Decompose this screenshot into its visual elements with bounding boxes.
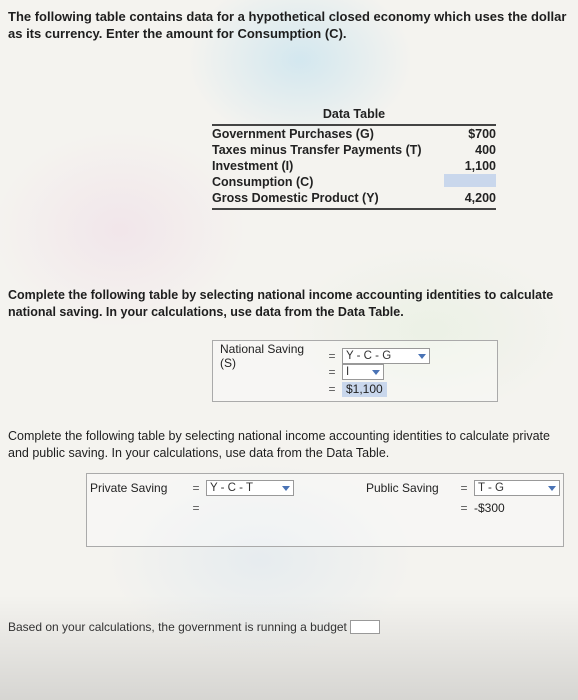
public-saving-row: Public Saving = T - G bbox=[366, 480, 560, 496]
table-divider bbox=[212, 208, 496, 210]
selected-formula: Y - C - T bbox=[210, 482, 254, 494]
public-saving-label: Public Saving bbox=[366, 481, 439, 495]
intro-bold-closed: closed bbox=[328, 9, 370, 24]
consumption-input[interactable] bbox=[444, 174, 496, 187]
budget-question: Based on your calculations, the governme… bbox=[8, 620, 380, 634]
row-label-gdp: Gross Domestic Product (Y) bbox=[212, 191, 379, 205]
chevron-down-icon bbox=[372, 369, 380, 375]
equals-sign: = bbox=[192, 481, 200, 495]
equals-sign: = bbox=[192, 501, 200, 515]
equals-sign: = bbox=[460, 481, 468, 495]
data-table-row: Taxes minus Transfer Payments (T) 400 bbox=[212, 142, 496, 158]
national-saving-result: $1,100 bbox=[342, 381, 387, 397]
selected-formula: Y - C - G bbox=[346, 350, 392, 362]
investment-select[interactable]: I bbox=[342, 364, 384, 380]
row-label-investment: Investment (I) bbox=[212, 159, 294, 173]
row-label-government-purchases: Government Purchases (G) bbox=[212, 127, 374, 141]
public-saving-formula-select[interactable]: T - G bbox=[474, 480, 560, 496]
data-table-title: Data Table bbox=[212, 105, 496, 126]
national-saving-label: National Saving (S) bbox=[220, 342, 305, 370]
row-value-investment: 1,100 bbox=[464, 159, 496, 173]
chevron-down-icon bbox=[282, 485, 290, 491]
row-value-gdp: 4,200 bbox=[464, 191, 496, 205]
intro-text-1: The following table contains data for a … bbox=[8, 9, 329, 24]
private-saving-label: Private Saving bbox=[90, 481, 168, 495]
row-value-government-purchases: $700 bbox=[468, 127, 496, 141]
data-table-row: Consumption (C) bbox=[212, 174, 496, 190]
equals-sign: = bbox=[460, 501, 468, 515]
budget-question-text: Based on your calculations, the governme… bbox=[8, 620, 347, 634]
selected-formula: T - G bbox=[478, 482, 504, 494]
private-saving-row: Private Saving = Y - C - T bbox=[90, 480, 294, 496]
private-saving-formula-select[interactable]: Y - C - T bbox=[206, 480, 294, 496]
equals-sign: = bbox=[328, 382, 336, 396]
row-label-consumption: Consumption (C) bbox=[212, 175, 314, 189]
national-saving-formula-select[interactable]: Y - C - G bbox=[342, 348, 430, 364]
row-value-taxes: 400 bbox=[475, 143, 496, 157]
national-saving-row: National Saving (S) = Y - C - G bbox=[220, 342, 430, 370]
public-saving-result-row: = -$300 bbox=[454, 500, 505, 516]
private-saving-result-row: = bbox=[186, 500, 206, 516]
budget-answer-input[interactable] bbox=[349, 620, 380, 634]
chevron-down-icon bbox=[418, 353, 426, 359]
national-saving-instructions: Complete the following table by selectin… bbox=[8, 288, 554, 319]
row-label-taxes: Taxes minus Transfer Payments (T) bbox=[212, 143, 422, 157]
equals-sign: = bbox=[328, 365, 336, 379]
data-table-row: Gross Domestic Product (Y) 4,200 bbox=[212, 190, 496, 206]
national-saving-row-2: = I bbox=[322, 364, 384, 380]
chevron-down-icon bbox=[548, 485, 556, 491]
data-table-row: Government Purchases (G) $700 bbox=[212, 126, 496, 142]
data-table: Data Table Government Purchases (G) $700… bbox=[212, 105, 496, 210]
selected-formula: I bbox=[346, 366, 350, 378]
national-saving-result-row: = $1,100 bbox=[322, 381, 387, 397]
data-table-row: Investment (I) 1,100 bbox=[212, 158, 496, 174]
private-public-instructions: Complete the following table by selectin… bbox=[8, 429, 550, 460]
equals-sign: = bbox=[328, 349, 336, 363]
public-saving-result: -$300 bbox=[474, 501, 505, 515]
question-intro: The following table contains data for a … bbox=[8, 8, 574, 42]
